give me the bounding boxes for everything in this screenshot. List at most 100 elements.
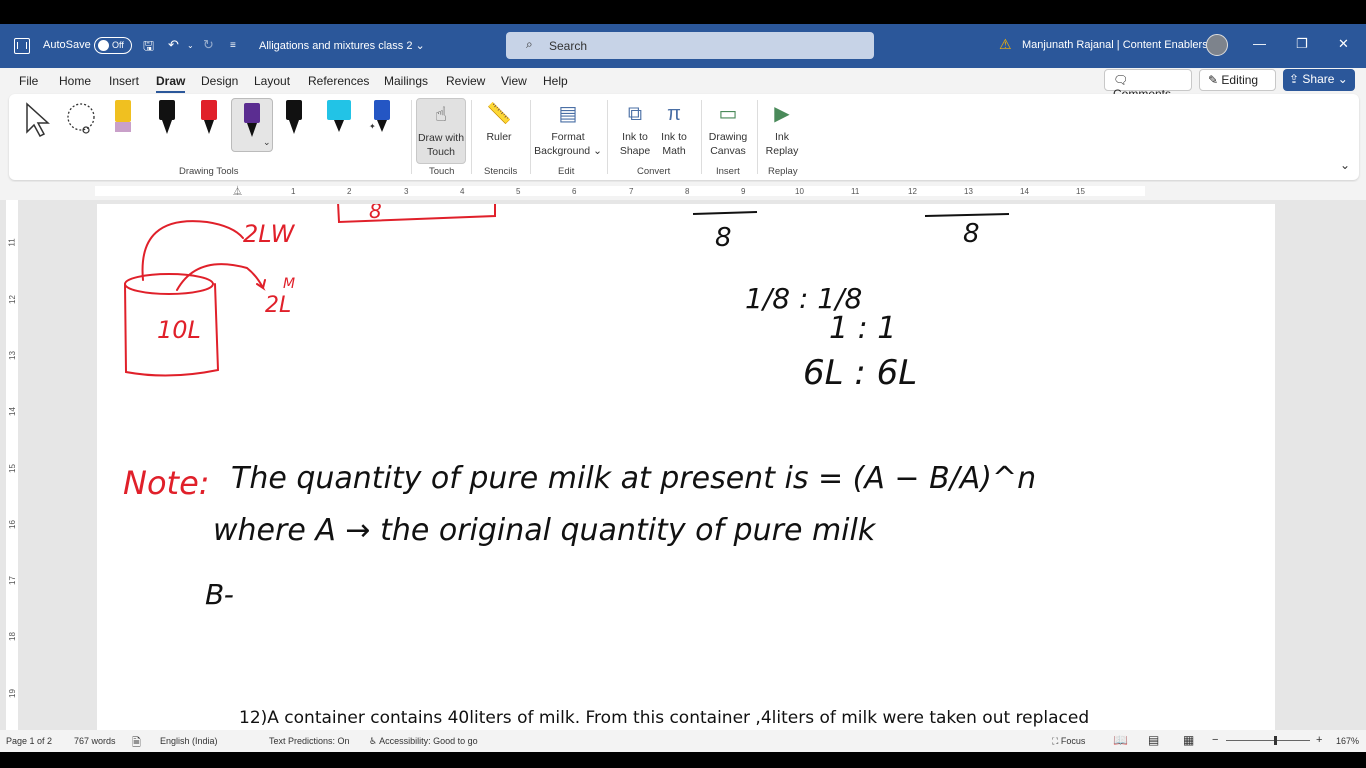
- ruler-number: 2: [347, 187, 352, 196]
- language[interactable]: English (India): [160, 736, 218, 746]
- zoom-slider[interactable]: [1226, 740, 1310, 741]
- comments-button[interactable]: 🗨 Comments: [1104, 69, 1192, 101]
- ink-to-shape-label-2: Shape: [619, 145, 651, 157]
- pen-black-icon[interactable]: [159, 100, 177, 140]
- tab-view[interactable]: View: [501, 74, 527, 88]
- pen-purple-selected[interactable]: ⌄: [231, 98, 273, 152]
- undo-dropdown-icon[interactable]: ⌄: [187, 41, 194, 50]
- web-layout-icon[interactable]: ▦: [1183, 733, 1194, 747]
- ink-to-shape-icon: ⧉: [627, 103, 643, 125]
- lasso-select-icon[interactable]: [64, 102, 100, 138]
- avatar[interactable]: [1206, 34, 1228, 56]
- ink-ratio-6l: 6L : 6L: [803, 353, 917, 393]
- pen-blue-sparkle-icon[interactable]: ✦: [369, 100, 390, 140]
- group-edit: Edit: [558, 166, 575, 177]
- search-input[interactable]: ⌕ Search: [506, 32, 874, 59]
- arrow-curve-stroke: [176, 263, 266, 291]
- tab-home[interactable]: Home: [59, 74, 91, 88]
- ruler-scale: [95, 186, 1145, 196]
- autosave-toggle[interactable]: Off: [94, 37, 132, 54]
- ruler-number: 3: [404, 187, 409, 196]
- screen-bottom-bar: [0, 752, 1366, 768]
- tab-help[interactable]: Help: [543, 74, 568, 88]
- text-predictions[interactable]: Text Predictions: On: [269, 736, 350, 746]
- ink-text-m: M: [283, 276, 295, 292]
- read-mode-icon[interactable]: 📖: [1113, 733, 1128, 747]
- proofing-icon[interactable]: 🗎: [132, 734, 141, 753]
- tab-insert[interactable]: Insert: [109, 74, 139, 88]
- highlighter-cyan-icon[interactable]: [327, 100, 353, 140]
- page-count[interactable]: Page 1 of 2: [6, 736, 52, 746]
- ink-to-shape-button[interactable]: ⧉ Ink to Shape: [616, 98, 654, 158]
- vruler-number: 15: [7, 464, 17, 473]
- print-layout-icon[interactable]: ▤: [1148, 733, 1159, 747]
- search-placeholder: Search: [549, 39, 588, 53]
- vruler-number: 13: [7, 351, 17, 360]
- question-paragraph[interactable]: 12)A container contains 40liters of milk…: [239, 708, 1089, 728]
- group-insert: Insert: [716, 166, 740, 177]
- zoom-slider-thumb[interactable]: [1274, 736, 1277, 745]
- ribbon-panel: ⌄ ✦ Drawing Tools ☝ Draw with Touch Touc…: [9, 94, 1359, 180]
- tab-draw[interactable]: Draw: [156, 74, 186, 93]
- warning-icon[interactable]: ⚠: [999, 36, 1012, 53]
- collapse-ribbon-icon[interactable]: ⌄: [1340, 158, 1350, 172]
- vruler-number: 19: [7, 689, 17, 698]
- pen-options-chevron-icon[interactable]: ⌄: [263, 137, 271, 148]
- tab-design[interactable]: Design: [201, 74, 238, 88]
- document-title[interactable]: Alligations and mixtures class 2 ⌄: [259, 39, 425, 52]
- minimize-icon[interactable]: —: [1253, 36, 1266, 51]
- draw-with-touch-button[interactable]: ☝ Draw with Touch: [416, 98, 466, 164]
- horizontal-ruler[interactable]: 1 2 3 4 5 6 7 8 9 10 11 12 13 14 15 ⏅: [0, 182, 1366, 200]
- ruler-number: 8: [685, 187, 690, 196]
- vruler-number: 11: [7, 238, 17, 247]
- accessibility-status[interactable]: ♿ Accessibility: Good to go: [369, 736, 478, 747]
- save-icon[interactable]: 🖫: [143, 37, 154, 59]
- focus-button[interactable]: ⛶ Focus: [1052, 736, 1085, 747]
- pen-black-2-icon[interactable]: [286, 100, 304, 140]
- select-arrow-icon[interactable]: [23, 102, 51, 138]
- tab-file[interactable]: File: [19, 74, 38, 88]
- ribbon-separator: [757, 100, 758, 174]
- zoom-in-icon[interactable]: +: [1316, 734, 1322, 746]
- ink-to-math-button[interactable]: π Ink to Math: [655, 98, 693, 158]
- tab-layout[interactable]: Layout: [254, 74, 290, 88]
- tab-mailings[interactable]: Mailings: [384, 74, 428, 88]
- share-button[interactable]: ⇪ Share ⌄: [1283, 69, 1355, 91]
- ruler-number: 6: [572, 187, 577, 196]
- ribbon-separator: [411, 100, 412, 174]
- indent-marker-icon[interactable]: ⏅: [233, 184, 242, 197]
- tab-review[interactable]: Review: [446, 74, 485, 88]
- ruler-number: 13: [964, 187, 973, 196]
- undo-icon[interactable]: ↶: [168, 37, 179, 53]
- ruler-number: 1: [291, 187, 296, 196]
- format-background-button[interactable]: ▤ Format Background ⌄: [533, 98, 603, 158]
- zoom-out-icon[interactable]: −: [1212, 734, 1218, 746]
- document-workspace: 11 12 13 14 15 16 17 18 19 2LW 10L 2L M …: [0, 200, 1366, 730]
- autosave-state: Off: [112, 40, 124, 50]
- drawing-canvas-button[interactable]: ▭ Drawing Canvas: [705, 98, 751, 158]
- ink-text-8-left: 8: [715, 223, 732, 253]
- ribbon-separator: [471, 100, 472, 174]
- tab-references[interactable]: References: [308, 74, 369, 88]
- screen-top-bar: [0, 0, 1366, 24]
- customize-toolbar-icon[interactable]: ≡: [230, 40, 236, 51]
- ruler-button[interactable]: 📏 Ruler: [479, 98, 519, 144]
- status-bar: Page 1 of 2 767 words 🗎 English (India) …: [0, 730, 1366, 752]
- zoom-level[interactable]: 167%: [1336, 736, 1359, 746]
- ruler-number: 12: [908, 187, 917, 196]
- restore-icon[interactable]: ❐: [1296, 36, 1308, 52]
- ink-to-math-label-1: Ink to: [661, 131, 687, 143]
- close-icon[interactable]: ✕: [1338, 36, 1349, 52]
- pen-red-icon[interactable]: [201, 100, 219, 140]
- redo-icon[interactable]: ↻: [203, 37, 214, 53]
- editing-button[interactable]: ✎ Editing ⌄: [1199, 69, 1276, 101]
- ruler-number: 11: [851, 187, 860, 196]
- ink-note-line3: B-: [205, 578, 234, 611]
- vertical-ruler[interactable]: 11 12 13 14 15 16 17 18 19: [6, 200, 18, 730]
- word-count[interactable]: 767 words: [74, 736, 116, 746]
- user-name[interactable]: Manjunath Rajanal | Content Enablers: [1022, 39, 1208, 51]
- ink-replay-button[interactable]: ▶ Ink Replay: [761, 98, 803, 158]
- ruler-number: 9: [741, 187, 746, 196]
- document-page[interactable]: 2LW 10L 2L M 8 Note: 8 8 1/8 : 1/8 1 : 1…: [97, 204, 1275, 730]
- highlighter-yellow-icon[interactable]: [115, 100, 133, 140]
